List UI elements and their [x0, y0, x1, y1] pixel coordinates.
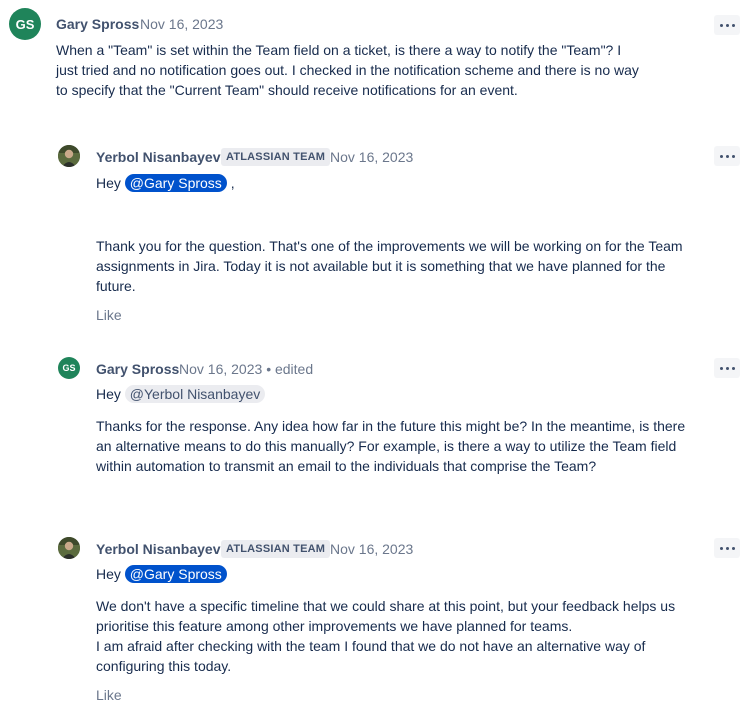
avatar-gary-spross[interactable]: GS	[9, 8, 41, 40]
more-horizontal-icon	[719, 23, 723, 27]
comment-body: I am afraid after checking with the team…	[96, 638, 646, 674]
comment-greeting-line: Hey @Yerbol Nisanbayev	[96, 384, 266, 404]
comment-body: Thanks for the response. Any idea how fa…	[96, 418, 686, 474]
atlassian-team-badge: ATLASSIAN TEAM	[221, 148, 331, 166]
user-photo-icon	[58, 537, 80, 559]
comment-date[interactable]: Nov 16, 2023	[330, 541, 413, 557]
comment-body: Thank you for the question. That's one o…	[96, 238, 683, 294]
atlassian-team-badge: ATLASSIAN TEAM	[221, 540, 331, 558]
comment-author[interactable]: Gary Spross	[96, 361, 179, 377]
more-actions-button[interactable]	[714, 358, 740, 378]
more-actions-button[interactable]	[714, 146, 740, 166]
comment-greeting-line: Hey @Gary Spross	[96, 564, 227, 584]
avatar-yerbol-nisanbayev[interactable]	[58, 537, 80, 559]
more-actions-button[interactable]	[714, 15, 740, 35]
more-horizontal-icon	[719, 154, 723, 158]
more-actions-button[interactable]	[714, 538, 740, 558]
more-horizontal-icon	[719, 546, 723, 550]
comment-body: We don't have a specific timeline that w…	[96, 598, 676, 634]
comment-author[interactable]: Yerbol Nisanbayev	[96, 149, 221, 165]
comment-date[interactable]: Nov 16, 2023	[330, 149, 413, 165]
comment-author[interactable]: Yerbol Nisanbayev	[96, 541, 221, 557]
like-button[interactable]: Like	[96, 687, 122, 703]
user-photo-icon	[58, 145, 80, 167]
user-mention[interactable]: @Yerbol Nisanbayev	[124, 385, 266, 403]
comment-body: When a "Team" is set within the Team fie…	[56, 42, 639, 98]
comment-date: Nov 16, 2023 • edited	[179, 361, 314, 377]
user-mention[interactable]: @Gary Spross	[124, 565, 227, 583]
user-mention[interactable]: @Gary Spross	[124, 174, 227, 192]
like-button[interactable]: Like	[96, 307, 122, 323]
avatar-gary-spross[interactable]: GS	[58, 357, 80, 379]
avatar-yerbol-nisanbayev[interactable]	[58, 145, 80, 167]
edited-indicator: • edited	[266, 361, 314, 377]
comment-date[interactable]: Nov 16, 2023	[140, 16, 223, 32]
comment-author[interactable]: Gary Spross	[56, 16, 139, 32]
more-horizontal-icon	[719, 366, 723, 370]
comment-greeting-line: Hey @Gary Spross ,	[96, 174, 235, 192]
